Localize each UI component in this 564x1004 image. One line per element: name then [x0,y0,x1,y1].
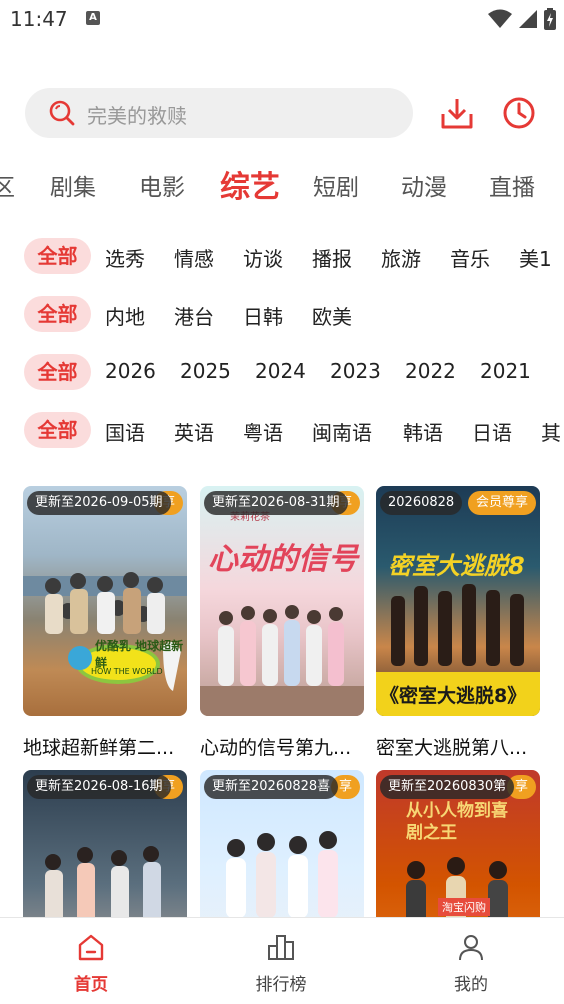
filter-option[interactable]: 其 [541,417,561,446]
show-card[interactable]: 密室大逃脱8 《密室大逃脱8》 会员尊享 20260828 密室大逃脱第八... [376,486,540,759]
show-poster[interactable]: 优酪乳 地球超新鲜 HOW THE WORLD 享 更新至2026-09-05期 [23,486,187,716]
tab-series[interactable]: 剧集 [50,168,96,202]
tab-short-drama[interactable]: 短剧 [313,168,359,202]
search-icon [49,100,75,126]
download-icon[interactable] [440,96,474,130]
poster-art-sub: 《密室大逃脱8》 [380,685,527,707]
filter-all-chip[interactable]: 全部 [24,296,91,332]
update-badge: 更新至20260828喜 [204,775,339,799]
status-icons [488,8,556,30]
show-card[interactable]: 优酪乳 地球超新鲜 HOW THE WORLD 享 更新至2026-09-05期… [23,486,187,759]
filter-option[interactable]: 选秀 [105,243,145,272]
filter-option[interactable]: 访谈 [243,243,283,272]
filter-option[interactable]: 英语 [174,417,214,446]
tab-partial[interactable]: 区 [0,168,15,202]
update-badge: 更新至20260830第 [380,775,515,799]
poster-art-text: 优酪乳 地球超新鲜 [95,639,184,670]
filter-option[interactable]: 音乐 [450,243,490,272]
battery-icon [544,8,556,30]
filter-option[interactable]: 日语 [472,417,512,446]
filter-option[interactable]: 2024 [255,359,306,383]
bottom-nav: 首页 排行榜 我的 [0,917,564,1004]
filter-option[interactable]: 国语 [105,417,145,446]
nav-home[interactable]: 首页 [41,932,141,995]
filter-row-year: 全部 2026 2025 2024 2023 2022 2021 [0,352,564,392]
filter-option[interactable]: 韩语 [403,417,443,446]
poster-art-text: 从小人物到喜剧之王 [406,801,508,843]
filter-row-type: 全部 选秀 情感 访谈 播报 旅游 音乐 美1 [0,236,564,276]
filter-all-chip[interactable]: 全部 [24,412,91,448]
filter-row-region: 全部 内地 港台 日韩 欧美 [0,294,564,334]
nav-profile[interactable]: 我的 [421,932,521,995]
nav-profile-label: 我的 [454,975,488,995]
tab-movies[interactable]: 电影 [139,168,185,202]
ranking-icon [268,935,294,960]
show-poster[interactable]: 茉莉花茶 心动的信号 享 更新至2026-08-31期 [200,486,364,716]
filter-option[interactable]: 2025 [180,359,231,383]
poster-art-sub: 淘宝闪购 [438,898,490,916]
tab-live[interactable]: 直播 [489,168,535,202]
show-card[interactable]: 茉莉花茶 心动的信号 享 更新至2026-08-31期 心动的信号第九... [200,486,364,759]
filter-row-language: 全部 国语 英语 粤语 闽南语 韩语 日语 其 [0,410,564,450]
nav-home-label: 首页 [74,975,108,995]
home-icon [78,934,104,961]
filter-option[interactable]: 日韩 [243,301,283,330]
status-bar: 11:47 A [0,0,564,40]
category-tabs: 区 剧集 电影 综艺 短剧 动漫 直播 [0,158,564,210]
update-badge: 20260828 [380,491,463,515]
update-badge: 更新至2026-08-31期 [204,491,348,515]
tab-anime[interactable]: 动漫 [401,168,447,202]
filter-option[interactable]: 2021 [480,359,531,383]
filter-option[interactable]: 情感 [174,243,214,272]
filter-option[interactable]: 2023 [330,359,381,383]
poster-art-sub: HOW THE WORLD [91,667,163,676]
filter-all-chip[interactable]: 全部 [24,238,91,274]
filter-all-chip[interactable]: 全部 [24,354,91,390]
filter-option[interactable]: 闽南语 [312,417,372,446]
filter-option[interactable]: 港台 [174,301,214,330]
status-time: 11:47 [10,7,68,31]
app-screen: { "status_bar": {"time": "11:47", "notif… [0,0,564,1004]
update-badge: 更新至2026-08-16期 [27,775,171,799]
notification-icon: A [86,11,100,25]
nav-ranking-label: 排行榜 [255,975,307,995]
filter-option[interactable]: 播报 [312,243,352,272]
vip-badge: 会员尊享 [467,491,536,515]
wifi-icon [488,9,512,28]
filter-option[interactable]: 2022 [405,359,456,383]
filter-option[interactable]: 欧美 [312,301,352,330]
tab-variety[interactable]: 综艺 [220,162,280,206]
filter-option[interactable]: 粤语 [243,417,283,446]
poster-art-text: 密室大逃脱8 [388,552,525,580]
filter-option[interactable]: 旅游 [381,243,421,272]
nav-ranking[interactable]: 排行榜 [231,932,331,995]
show-title[interactable]: 心动的信号第九... [200,733,364,760]
history-icon[interactable] [502,96,536,130]
filter-option[interactable]: 内地 [105,301,145,330]
show-poster[interactable]: 密室大逃脱8 《密室大逃脱8》 会员尊享 20260828 [376,486,540,716]
filter-option[interactable]: 2026 [105,359,156,383]
profile-icon [459,935,483,961]
show-title[interactable]: 地球超新鲜第二... [23,733,187,760]
filter-option[interactable]: 美1 [519,243,552,272]
signal-icon [519,10,537,28]
show-title[interactable]: 密室大逃脱第八... [376,733,540,760]
update-badge: 更新至2026-09-05期 [27,491,171,515]
poster-art-text: 心动的信号 [208,542,358,577]
search-placeholder: 完美的救赎 [87,104,187,128]
search-bar[interactable]: 完美的救赎 [25,88,413,138]
